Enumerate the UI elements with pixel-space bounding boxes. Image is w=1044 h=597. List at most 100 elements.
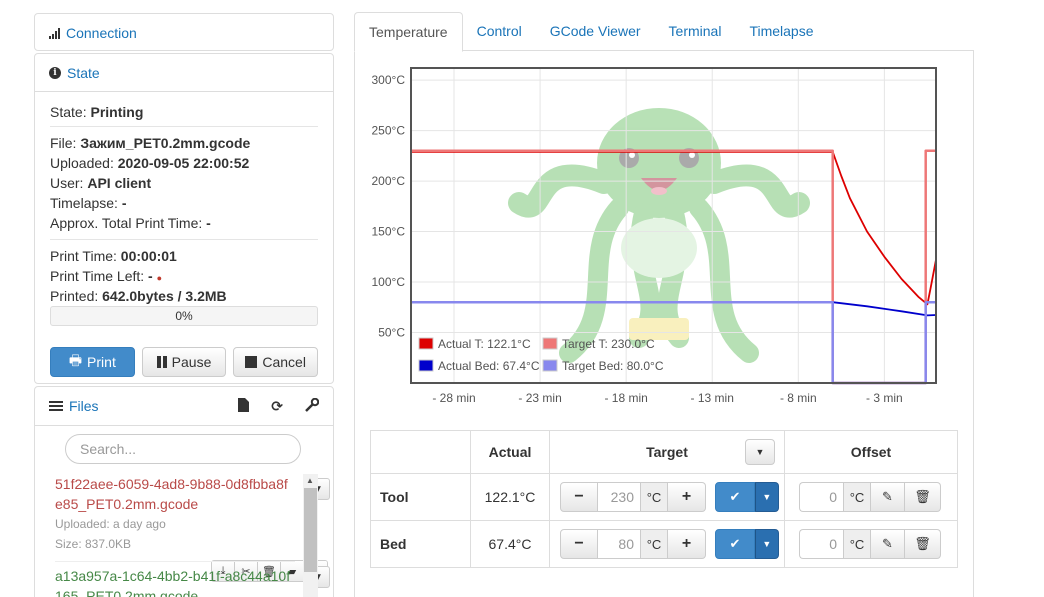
set-target-button[interactable]: ✔ [714,529,755,559]
state-row: State: Printing [50,102,318,122]
actual-header: Actual [470,430,550,474]
tab-gcode-viewer[interactable]: GCode Viewer [536,12,655,51]
approx-time-row: Approx. Total Print Time: - [50,213,318,233]
cancel-button[interactable]: Cancel [233,347,319,377]
timelapse-value: - [121,195,127,211]
state-header[interactable]: i State [35,54,333,92]
decrease-target-button[interactable]: − [560,482,598,512]
file-list: 51f22aee-6059-4ad8-9b88-0d8fbba8fe85_PET… [35,474,333,597]
connection-link[interactable]: Connection [66,25,137,41]
caret-down-icon: ▼ [762,492,772,502]
state-link[interactable]: State [67,65,100,81]
legend-swatch [418,337,434,350]
decrease-target-button[interactable]: − [560,529,598,559]
connection-panel: Connection [34,13,334,51]
tab-control[interactable]: Control [463,12,536,51]
actual-temp: 122.1°C [470,473,550,521]
plus-icon: + [681,535,692,552]
print-time-label: Print Time: [50,248,117,264]
legend-label: Actual T: 122.1°C [438,337,531,351]
connection-header[interactable]: Connection [35,14,333,52]
print-time-row: Print Time: 00:00:01 [50,246,318,266]
edit-offset-button[interactable]: ✎ [871,482,905,512]
time-left-label: Print Time Left: [50,268,145,284]
pencil-icon: ✎ [882,489,893,504]
timelapse-label: Timelapse: [50,195,118,211]
unit-label: °C [843,482,871,512]
printed-label: Printed: [50,288,99,304]
minus-icon: − [574,535,584,552]
file-name[interactable]: 51f22aee-6059-4ad8-9b88-0d8fbba8fe85_PET… [55,474,295,514]
approx-time-value: - [206,215,211,231]
target-header: Target ▼ [549,430,785,474]
time-left-row: Print Time Left: - ● [50,266,318,286]
file-list-item[interactable]: 51f22aee-6059-4ad8-9b88-0d8fbba8fe85_PET… [55,474,330,582]
scroll-up-icon[interactable]: ▲ [306,476,314,485]
set-target-button[interactable]: ✔ [714,482,755,512]
time-left-status-dot[interactable]: ● [157,273,162,283]
legend-label: Target T: 230.0°C [562,337,655,351]
increase-target-button[interactable]: + [668,482,706,512]
check-icon: ✔ [729,536,741,551]
increase-target-button[interactable]: + [668,529,706,559]
user-row: User: API client [50,173,318,193]
time-left-value: - [148,268,153,284]
tab-timelapse[interactable]: Timelapse [735,12,827,51]
file-uploaded: Uploaded: a day ago [55,517,166,531]
x-tick-label: - 18 min [604,391,647,405]
print-progress-bar: 0% [50,306,318,326]
tab-bar: Temperature Control GCode Viewer Termina… [354,12,974,52]
y-tick-label: 200°C [372,174,406,188]
print-button-label: Print [87,354,116,370]
offset-input[interactable]: 0 [799,482,843,512]
files-link[interactable]: Files [69,398,99,414]
target-menu-button[interactable]: ▼ [745,439,775,465]
y-tick-label: 50°C [378,326,405,340]
legend-label: Target Bed: 80.0°C [562,359,664,373]
offset-input[interactable]: 0 [799,529,843,559]
file-list-scrollbar[interactable]: ▲ [303,474,318,597]
user-label: User: [50,175,84,191]
pause-button[interactable]: Pause [141,347,227,377]
state-label: State: [50,104,87,120]
approx-time-label: Approx. Total Print Time: [50,215,203,231]
y-tick-label: 100°C [372,275,406,289]
tab-temperature[interactable]: Temperature [354,12,463,52]
printed-value: 642.0bytes / 3.2MB [102,288,227,304]
refresh-icon[interactable]: ⟳ [271,398,283,415]
target-dropdown-button[interactable]: ▼ [754,482,779,512]
tool-row: Tool 122.1°C − 230 °C + ✔ ▼ 0 °C ✎ 🗑 [370,473,958,521]
unit-label: °C [640,482,668,512]
legend-swatch [542,359,558,372]
file-icon[interactable] [238,397,250,415]
edit-offset-button[interactable]: ✎ [871,529,905,559]
check-icon: ✔ [729,489,741,504]
caret-down-icon: ▼ [755,447,765,457]
uploaded-row: Uploaded: 2020-09-05 22:00:52 [50,153,318,173]
y-tick-label: 150°C [372,225,406,239]
file-list-item[interactable]: a13a957a-1c64-4bb2-b41f-a8c44a10f165_PET… [55,561,330,597]
file-search-input[interactable] [65,434,301,464]
target-dropdown-button[interactable]: ▼ [754,529,779,559]
scrollbar-thumb[interactable] [304,488,317,572]
file-size: Size: 837.0KB [55,537,132,551]
target-input[interactable]: 80 [598,529,640,559]
list-icon [49,401,63,411]
target-input[interactable]: 230 [598,482,640,512]
file-name[interactable]: a13a957a-1c64-4bb2-b41f-a8c44a10f165_PET… [55,566,295,597]
progress-text: 0% [175,309,193,323]
file-label: File: [50,135,77,151]
wrench-icon[interactable] [305,397,320,415]
delete-offset-button[interactable]: 🗑 [905,482,941,512]
row-label: Bed [370,520,471,568]
trash-icon: 🗑 [914,536,931,551]
info-icon: i [49,66,61,79]
legend-swatch [418,359,434,372]
files-header: Files ⟳ [35,387,333,425]
bed-row: Bed 67.4°C − 80 °C + ✔ ▼ 0 °C ✎ 🗑 [370,520,958,568]
x-tick-label: - 8 min [780,391,817,405]
delete-offset-button[interactable]: 🗑 [905,529,941,559]
print-button[interactable]: 🖶 Print [50,347,135,377]
uploaded-label: Uploaded: [50,155,114,171]
tab-terminal[interactable]: Terminal [655,12,736,51]
